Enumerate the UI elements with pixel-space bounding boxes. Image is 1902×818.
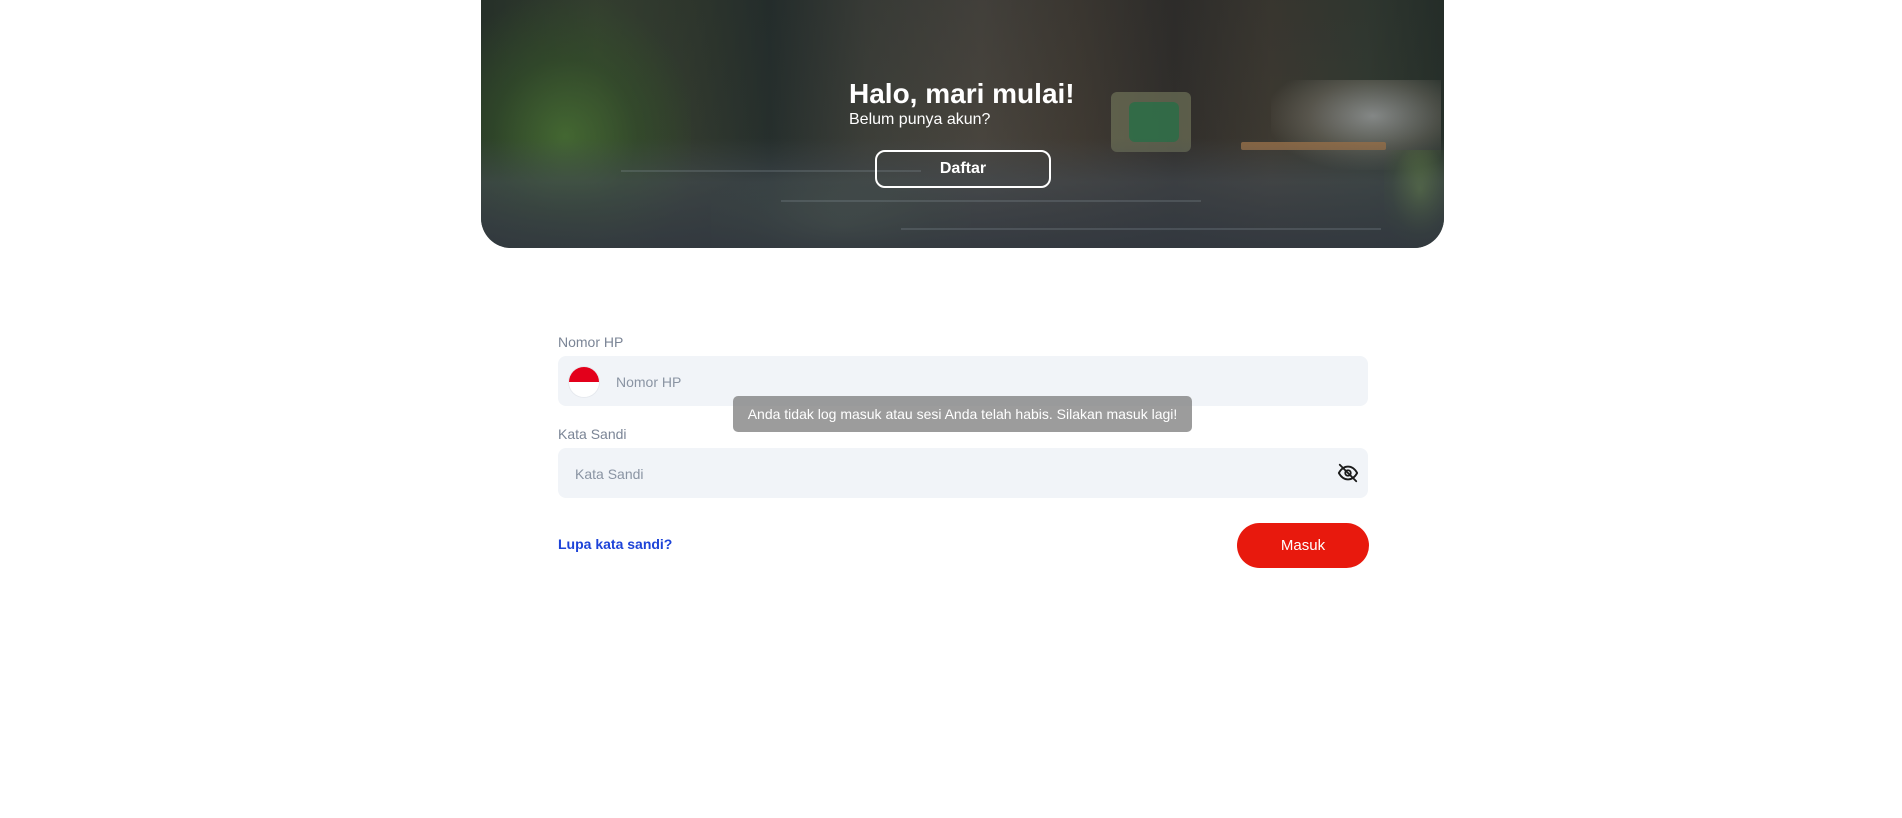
register-button[interactable]: Daftar [875,150,1051,188]
hero-title: Halo, mari mulai! [849,78,1075,109]
login-button[interactable]: Masuk [1237,523,1369,568]
password-label: Kata Sandi [558,426,627,442]
password-input[interactable] [573,448,1317,500]
indonesia-flag-icon[interactable] [569,367,599,397]
hero-plank [781,200,1201,202]
hero-subtitle: Belum punya akun? [849,111,991,128]
eye-off-icon[interactable] [1334,459,1362,487]
hero-plank [901,228,1381,230]
session-expired-toast: Anda tidak log masuk atau sesi Anda tela… [733,396,1192,432]
phone-label: Nomor HP [558,334,624,350]
hero-text: Halo, mari mulai! Belum punya akun? [849,78,1075,130]
hero-blanket [1129,102,1179,142]
login-page: Halo, mari mulai! Belum punya akun? Daft… [0,0,1902,818]
password-field [558,448,1368,500]
forgot-password-link[interactable]: Lupa kata sandi? [558,536,672,552]
